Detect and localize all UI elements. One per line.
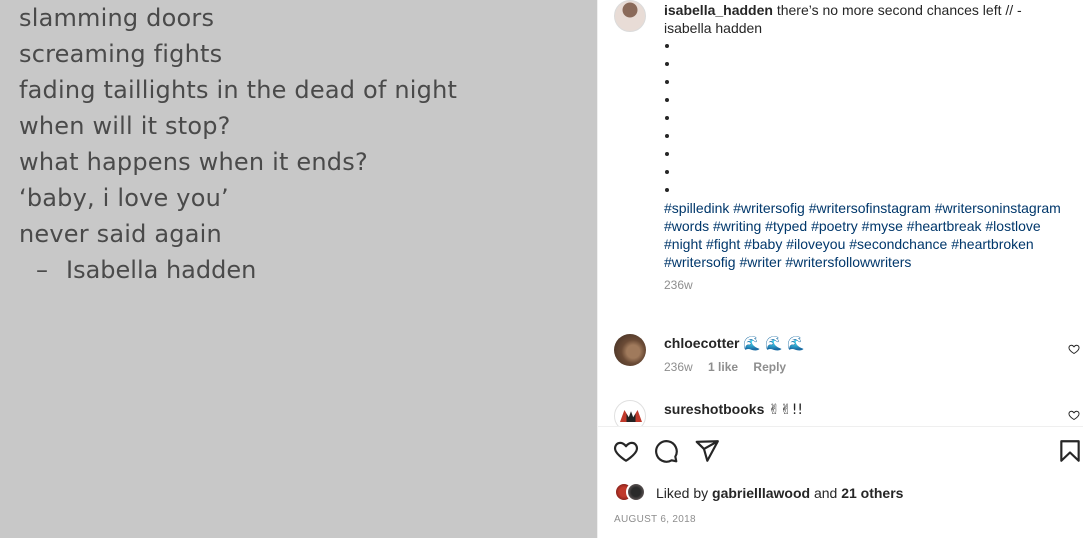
comment-text: 🌊 🌊 🌊 — [743, 336, 805, 352]
comment-age[interactable]: 236w — [664, 360, 693, 374]
poem-line: what happens when it ends? — [19, 148, 368, 176]
commenter-avatar[interactable] — [614, 400, 646, 426]
comment-like-heart-icon[interactable] — [1068, 409, 1080, 421]
bullet — [664, 73, 1064, 91]
liker-username[interactable]: gabrielllawood — [712, 485, 810, 501]
divider — [598, 426, 1083, 427]
poem-line: when will it stop? — [19, 112, 231, 140]
poem-line: ‘baby, i love you’ — [19, 184, 229, 212]
poem-line: screaming fights — [19, 40, 223, 68]
bullet — [664, 181, 1064, 199]
bullet — [664, 163, 1064, 181]
bullet — [664, 91, 1064, 109]
comment-username[interactable]: sureshotbooks — [664, 401, 764, 417]
attribution-name: Isabella hadden — [66, 256, 257, 284]
caption-age[interactable]: 236w — [664, 277, 1064, 293]
bullet — [664, 55, 1064, 73]
likes-middle: and — [810, 485, 842, 501]
caption-bullets — [664, 37, 1064, 199]
attribution-dash: – — [36, 256, 48, 284]
bullet — [664, 109, 1064, 127]
post-caption: isabella_hadden there’s no more second c… — [664, 1, 1064, 293]
author-avatar[interactable] — [614, 0, 646, 32]
comment-username[interactable]: chloecotter — [664, 335, 739, 351]
caption-hashtags[interactable]: #spilledink #writersofig #writersofinsta… — [664, 199, 1064, 271]
comment-icon[interactable] — [653, 438, 679, 464]
comment-text: ✌✌!! — [768, 402, 803, 418]
reply-button[interactable]: Reply — [753, 360, 786, 374]
brand-logo-icon — [620, 410, 642, 422]
action-bar — [598, 438, 1083, 468]
poem-line: fading taillights in the dead of night — [19, 76, 458, 104]
heart-icon[interactable] — [613, 438, 639, 464]
comments-area[interactable]: isabella_hadden there’s no more second c… — [598, 0, 1083, 426]
likes-others[interactable]: 21 others — [841, 485, 903, 501]
share-icon[interactable] — [694, 438, 720, 464]
liker-avatar[interactable] — [626, 482, 646, 502]
bullet — [664, 145, 1064, 163]
post-date[interactable]: AUGUST 6, 2018 — [614, 514, 696, 525]
caption-username[interactable]: isabella_hadden — [664, 2, 773, 18]
poem-attribution: – Isabella hadden — [36, 256, 256, 284]
comment-like-heart-icon[interactable] — [1068, 343, 1080, 355]
poem-line: never said again — [19, 220, 222, 248]
comment-likes[interactable]: 1 like — [708, 360, 738, 374]
post-image[interactable]: slamming doors screaming fights fading t… — [0, 0, 597, 538]
comment: sureshotbooks ✌✌!! — [664, 400, 1064, 419]
side-panel: isabella_hadden there’s no more second c… — [597, 0, 1083, 538]
bullet — [664, 37, 1064, 55]
comment: chloecotter 🌊 🌊 🌊 236w 1 like Reply — [664, 334, 1064, 375]
comment-meta: 236w 1 like Reply — [664, 359, 1064, 375]
bookmark-icon[interactable] — [1057, 438, 1083, 464]
likes-summary: Liked by gabrielllawood and 21 others — [656, 485, 903, 501]
likes-prefix: Liked by — [656, 485, 713, 501]
poem-line: slamming doors — [19, 4, 215, 32]
commenter-avatar[interactable] — [614, 334, 646, 366]
bullet — [664, 127, 1064, 145]
